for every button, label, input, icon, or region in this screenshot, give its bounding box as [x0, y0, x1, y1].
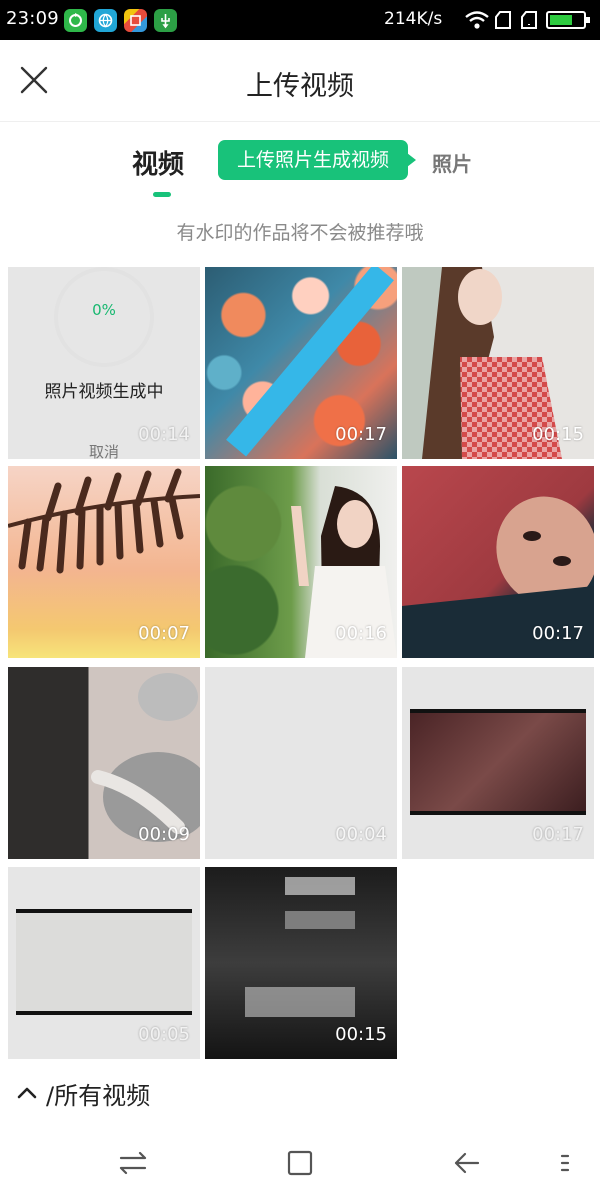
generating-label: 照片视频生成中	[44, 382, 164, 402]
watermark-notice: 有水印的作品将不会被推荐哦	[176, 222, 424, 244]
album-label: /所有视频	[46, 1082, 151, 1110]
tab-video[interactable]: 视频	[132, 144, 184, 181]
video-thumbnail[interactable]: 00:07	[8, 466, 200, 658]
signal-icon-2	[521, 11, 537, 29]
status-bar: 23:09 214K/s	[0, 0, 600, 40]
tab-active-indicator	[153, 192, 171, 197]
progress-percent: 0%	[92, 301, 116, 319]
video-duration: 00:05	[138, 1024, 190, 1045]
generating-tile: 0% 照片视频生成中 00:14 取消	[8, 267, 200, 459]
video-duration: 00:17	[532, 824, 584, 845]
status-time: 23:09	[6, 8, 59, 29]
page-title: 上传视频	[246, 71, 354, 102]
signal-icon-1	[495, 11, 511, 29]
network-speed: 214K/s	[384, 9, 443, 29]
switch-icon[interactable]	[116, 1146, 150, 1180]
system-nav-bar	[0, 1120, 600, 1200]
video-thumbnail[interactable]: 00:16	[205, 466, 397, 658]
cancel-button[interactable]: 取消	[8, 441, 200, 459]
video-thumbnail[interactable]: 00:17	[402, 667, 594, 859]
video-duration: 00:17	[532, 623, 584, 644]
sync-app-icon	[64, 9, 87, 32]
back-icon[interactable]	[450, 1146, 484, 1180]
video-duration: 00:16	[335, 623, 387, 644]
tab-bar: 视频 上传照片生成视频 照片	[0, 124, 600, 214]
video-thumbnail[interactable]: 00:15	[402, 267, 594, 459]
top-bar: 上传视频	[0, 40, 600, 122]
home-square-icon[interactable]	[283, 1146, 317, 1180]
menu-icon[interactable]	[554, 1146, 578, 1180]
video-duration: 00:09	[138, 824, 190, 845]
video-thumbnail[interactable]: 00:09	[8, 667, 200, 859]
video-thumbnail[interactable]: 00:17	[205, 267, 397, 459]
tab-photo[interactable]: 照片	[432, 148, 472, 177]
video-duration: 00:07	[138, 623, 190, 644]
video-thumbnail[interactable]: 00:17	[402, 466, 594, 658]
wifi-icon	[465, 11, 489, 29]
video-duration: 00:04	[335, 824, 387, 845]
globe-app-icon	[94, 9, 117, 32]
video-duration: 00:17	[335, 424, 387, 445]
battery-icon	[546, 11, 590, 29]
video-duration: 00:15	[532, 424, 584, 445]
chevron-up-icon	[17, 1087, 37, 1099]
video-duration: 00:15	[335, 1024, 387, 1045]
colorful-app-icon	[124, 9, 147, 32]
video-thumbnail[interactable]: 00:05	[8, 867, 200, 1059]
usb-icon	[154, 9, 177, 32]
video-thumbnail[interactable]: 00:04	[205, 667, 397, 859]
video-thumbnail[interactable]: 00:15	[205, 867, 397, 1059]
photo-to-video-tip[interactable]: 上传照片生成视频	[218, 140, 416, 180]
